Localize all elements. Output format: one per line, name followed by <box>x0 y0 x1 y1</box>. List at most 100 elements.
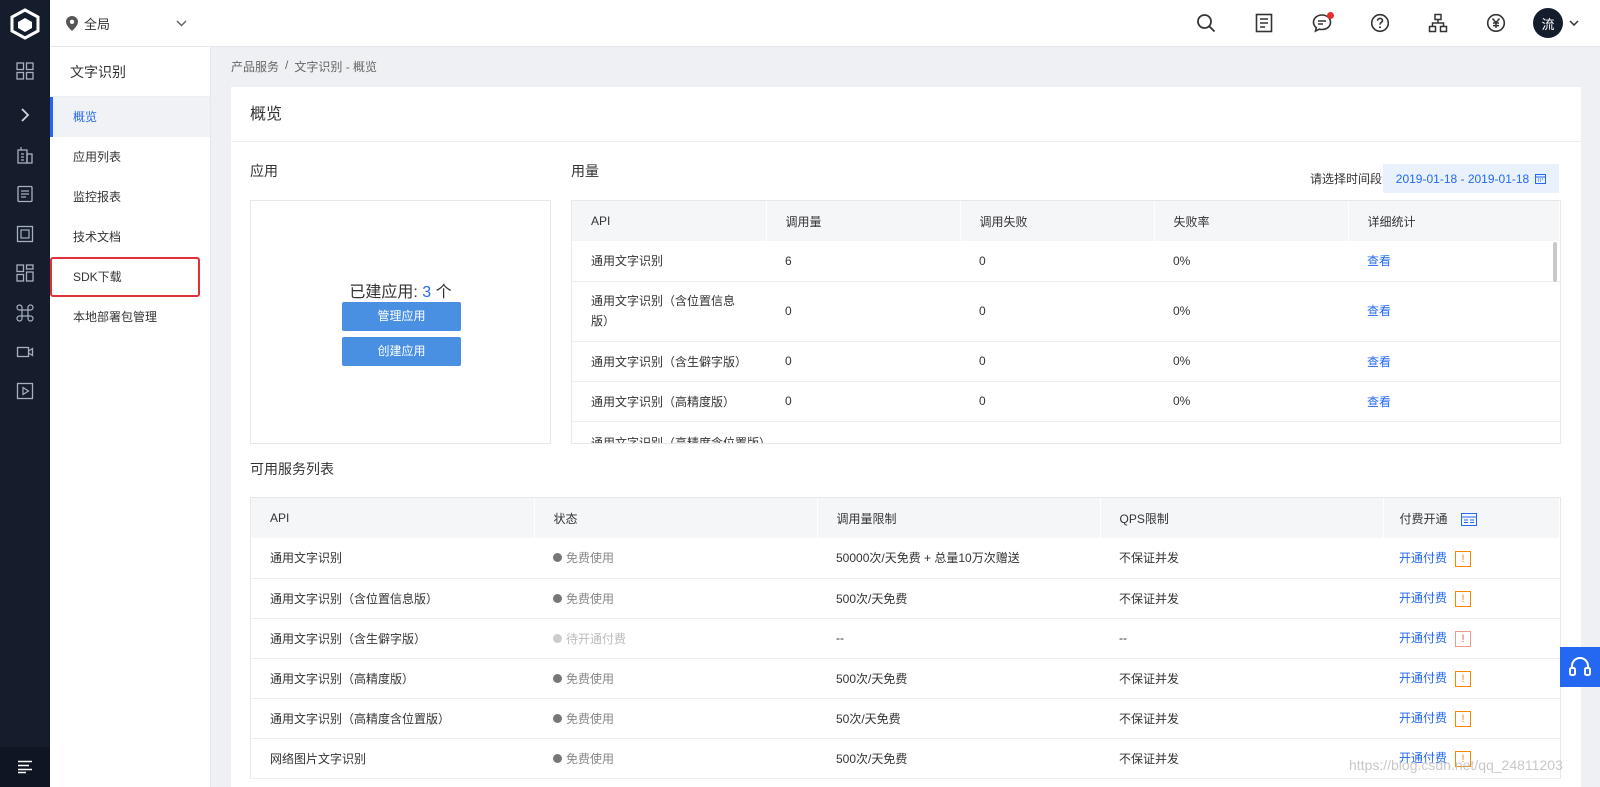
status-badge: 待开通付费 <box>553 630 626 647</box>
calls-cell: 6 <box>766 241 960 282</box>
enable-payment-link[interactable]: 开通付费 <box>1399 631 1447 645</box>
sidebar-item-local-deploy[interactable]: 本地部署包管理 <box>50 297 210 337</box>
calls-cell: 0 <box>766 281 960 342</box>
rate-cell: 0% <box>1154 381 1348 422</box>
status-dot <box>553 713 562 723</box>
quota-cell: 50次/天免费 <box>817 698 1100 739</box>
play-icon[interactable] <box>0 371 50 411</box>
storage-icon[interactable] <box>0 214 50 254</box>
enable-payment-link[interactable]: 开通付费 <box>1399 671 1447 685</box>
app-count-value: 3 <box>422 284 432 301</box>
qps-cell: 不保证并发 <box>1100 578 1383 619</box>
building-icon[interactable] <box>0 135 50 175</box>
api-cell: 通用文字识别 <box>572 241 766 282</box>
warning-icon[interactable]: ! <box>1455 710 1472 727</box>
breadcrumb-root[interactable]: 产品服务 <box>231 58 279 75</box>
headset-icon <box>1569 657 1591 676</box>
api-cell: 通用文字识别（含位置信息版） <box>572 281 766 342</box>
secondary-sidebar: 文字识别 概览 应用列表 监控报表 技术文档 SDK下载 本地部署包管理 <box>50 47 211 787</box>
enable-payment-link[interactable]: 开通付费 <box>1399 711 1447 725</box>
warning-icon[interactable]: ! <box>1455 630 1472 647</box>
sidebar-item-sdk-download[interactable]: SDK下载 <box>50 257 200 297</box>
search-icon[interactable] <box>1177 0 1235 46</box>
status-label: 免费使用 <box>566 711 615 726</box>
date-range-picker[interactable]: 2019-01-18 - 2019-01-18 <box>1383 164 1559 193</box>
api-cell: 通用文字识别 <box>251 538 534 579</box>
chevron-down-icon <box>176 19 187 27</box>
failed-cell <box>960 421 1154 443</box>
dashboard-icon[interactable] <box>0 51 50 91</box>
expand-icon[interactable] <box>0 95 50 135</box>
calendar-icon <box>1535 174 1547 184</box>
document-icon[interactable] <box>1235 0 1293 46</box>
notification-dot <box>1327 12 1334 19</box>
rate-cell: 0% <box>1154 341 1348 382</box>
customer-support-button[interactable] <box>1560 647 1600 687</box>
calls-cell: 0 <box>766 341 960 382</box>
column-header: 付费开通 <box>1399 511 1448 526</box>
api-cell: 通用文字识别（高精度版） <box>572 381 766 422</box>
video-icon[interactable] <box>0 332 50 372</box>
cube-logo-icon <box>10 7 40 40</box>
qps-cell: 不保证并发 <box>1100 658 1383 699</box>
column-header: API <box>572 201 767 241</box>
column-header: 调用量限制 <box>817 498 1101 538</box>
table-settings-icon[interactable] <box>1460 512 1477 526</box>
apps-heading: 应用 <box>250 163 278 179</box>
usage-heading: 用量 <box>571 163 599 179</box>
sidebar-item-app-list[interactable]: 应用列表 <box>50 137 210 177</box>
top-bar: 全局 流 <box>0 0 1600 47</box>
warning-icon[interactable]: ! <box>1455 550 1472 567</box>
scrollbar-thumb[interactable] <box>1553 242 1557 282</box>
status-dot <box>553 673 562 683</box>
api-cell: 通用文字识别（含生僻字版） <box>572 341 766 382</box>
view-details-link[interactable]: 查看 <box>1367 304 1391 318</box>
location-pin-icon <box>66 15 78 31</box>
enable-payment-link[interactable]: 开通付费 <box>1399 591 1447 605</box>
api-cell: 网络图片文字识别 <box>251 738 534 779</box>
view-details-link[interactable]: 查看 <box>1367 395 1391 409</box>
manage-apps-button[interactable]: 管理应用 <box>342 302 461 331</box>
org-chart-icon[interactable] <box>1409 0 1467 46</box>
view-details-link[interactable]: 查看 <box>1367 254 1391 268</box>
sidebar-item-docs[interactable]: 技术文档 <box>50 217 210 257</box>
view-details-link[interactable]: 查看 <box>1367 355 1391 369</box>
overview-card: 概览 应用 用量 已建应用: 3 个 管理应用 创建应用 API 调用量 调用失… <box>231 87 1581 787</box>
breadcrumb-separator: / <box>285 58 289 72</box>
brand-logo[interactable] <box>0 0 50 47</box>
primary-nav-rail <box>0 47 50 787</box>
app-count-prefix: 已建应用: <box>349 284 418 301</box>
command-icon[interactable] <box>0 293 50 333</box>
list-icon[interactable] <box>0 174 50 214</box>
quota-cell: 500次/天免费 <box>817 738 1100 779</box>
calls-cell <box>766 421 960 443</box>
status-label: 免费使用 <box>566 551 615 566</box>
sidebar-item-overview[interactable]: 概览 <box>50 97 210 137</box>
region-selector[interactable]: 全局 <box>66 0 187 46</box>
message-icon[interactable] <box>1293 0 1351 46</box>
help-icon[interactable] <box>1351 0 1409 46</box>
sidebar-item-monitoring[interactable]: 监控报表 <box>50 177 210 217</box>
status-label: 待开通付费 <box>566 631 627 646</box>
warning-icon[interactable]: ! <box>1455 670 1472 687</box>
calls-cell: 0 <box>766 381 960 422</box>
enable-payment-link[interactable]: 开通付费 <box>1399 551 1447 565</box>
status-dot <box>553 753 562 763</box>
billing-icon[interactable] <box>1467 0 1525 46</box>
status-badge: 免费使用 <box>553 549 614 566</box>
quota-cell: 500次/天免费 <box>817 578 1100 619</box>
menu-icon[interactable] <box>0 747 50 787</box>
apps-icon[interactable] <box>0 253 50 293</box>
column-header: 调用量 <box>766 201 961 241</box>
qps-cell: 不保证并发 <box>1100 698 1383 739</box>
warning-icon[interactable]: ! <box>1455 590 1472 607</box>
column-header: 失败率 <box>1154 201 1349 241</box>
status-dot <box>553 633 562 643</box>
rate-cell: 0% <box>1154 241 1348 282</box>
user-menu[interactable]: 流 <box>1533 8 1579 38</box>
table-row: 通用文字识别（含位置信息版） 0 0 0% 查看 <box>572 281 1560 342</box>
create-app-button[interactable]: 创建应用 <box>342 337 461 366</box>
quota-cell: 50000次/天免费 + 总量10万次赠送 <box>817 538 1100 579</box>
status-label: 免费使用 <box>566 751 615 766</box>
quota-cell: 500次/天免费 <box>817 658 1100 699</box>
